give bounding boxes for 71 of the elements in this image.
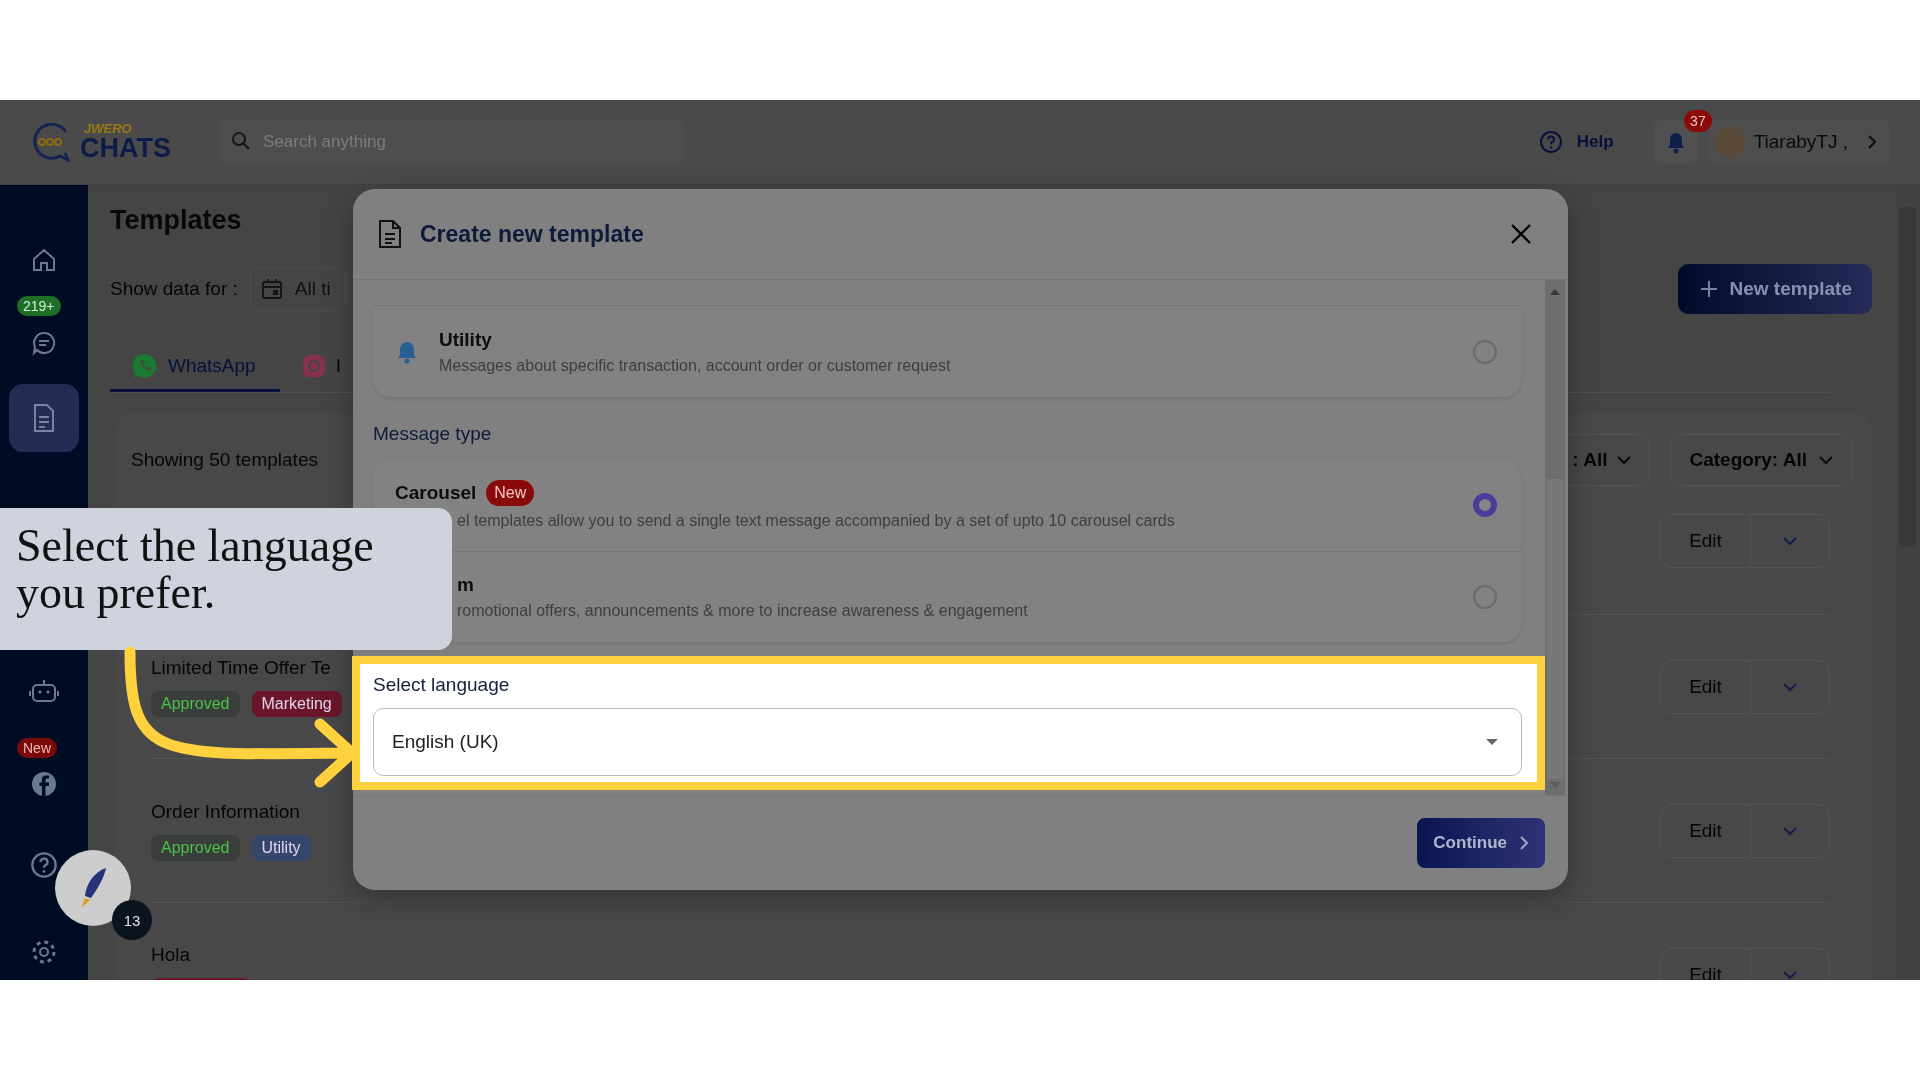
sidebar-item[interactable] <box>9 384 79 452</box>
chevron-down-icon <box>1782 681 1798 692</box>
chat-icon <box>31 330 57 356</box>
chevron-down-icon <box>1617 455 1632 465</box>
radio-button[interactable] <box>1473 585 1497 609</box>
radio-button[interactable] <box>1473 493 1497 517</box>
plus-icon <box>1699 280 1718 298</box>
template-name: Hola <box>151 943 191 966</box>
dialog-scrollbar[interactable] <box>1545 280 1565 795</box>
show-data-label: Show data for : <box>110 278 238 300</box>
calendar-icon <box>260 278 283 300</box>
sidebar-item[interactable]: 219+ <box>13 296 75 364</box>
logo[interactable]: JWERO CHATS <box>30 122 171 162</box>
option-title: Utility <box>439 329 492 351</box>
category-tag: Utility <box>251 834 311 861</box>
document-icon <box>377 219 403 249</box>
template-count: Showing 50 templates <box>131 449 318 471</box>
language-select[interactable]: English (UK) <box>373 708 1522 776</box>
document-icon <box>31 403 57 433</box>
page-title: Templates <box>110 205 242 236</box>
category-tag: Marketing <box>251 690 342 717</box>
option-description: el templates allow you to send a single text message accompanied by a set of upto 10 carousel cards <box>456 512 1175 530</box>
home-icon <box>31 247 57 273</box>
chevron-right-icon <box>1519 835 1529 851</box>
selected-language: English (UK) <box>392 731 499 753</box>
radio-button[interactable] <box>1473 340 1497 364</box>
new-template-button[interactable]: New template <box>1677 264 1872 314</box>
section-heading: Message type <box>373 423 493 445</box>
help-button[interactable]: Help <box>1538 130 1614 154</box>
help-icon <box>1538 130 1563 154</box>
option-description: romotional offers, announcements & more to increase awareness & engagement <box>456 602 1028 620</box>
new-badge: New <box>17 738 57 758</box>
user-menu-button[interactable]: TiarabyTJ , <box>1707 120 1890 164</box>
help-icon <box>30 851 58 879</box>
tooltip-text: Select the language you prefer. <box>16 522 375 617</box>
channel-tab[interactable]: WhatsApp <box>110 345 280 392</box>
continue-button[interactable]: Continue <box>1417 818 1545 868</box>
chevron-right-icon <box>1866 134 1878 150</box>
logo-wordmark: CHATS <box>80 135 171 162</box>
option-description: Messages about specific transaction, account order or customer request <box>439 357 951 375</box>
whatsapp-icon <box>132 353 158 379</box>
avatar-placeholder <box>1713 126 1746 158</box>
scroll-up-icon[interactable] <box>1549 288 1561 296</box>
chevron-down-icon <box>1782 536 1798 546</box>
notification-count-badge: 37 <box>1684 110 1712 132</box>
option-title: m <box>457 574 474 596</box>
status-tag: Approved <box>151 834 240 861</box>
template-name: Order Information <box>151 800 300 823</box>
search-icon <box>231 131 251 151</box>
filter-dropdown[interactable]: Category: All <box>1670 434 1852 486</box>
status-tag: Approved <box>151 690 240 717</box>
caret-down-icon <box>1485 738 1499 746</box>
chevron-down-icon <box>1782 969 1798 980</box>
logo-wordmark-small: JWERO <box>84 122 133 135</box>
chevron-down-icon <box>1782 825 1798 836</box>
bell-icon <box>395 339 419 365</box>
chevron-down-icon <box>1819 455 1833 465</box>
facebook-icon <box>30 770 58 798</box>
close-icon <box>1510 223 1532 245</box>
template-name: Limited Time Offer Te <box>151 656 331 679</box>
dialog-title: Create new template <box>420 220 644 248</box>
new-badge: New <box>486 480 535 506</box>
settings-icon <box>30 938 58 966</box>
robot-icon <box>29 677 59 705</box>
field-label: Select language <box>373 674 510 696</box>
category-option[interactable]: Utility Messages about specific transaction, account order or customer request <box>373 307 1521 397</box>
instagram-icon <box>301 354 326 378</box>
unread-count-badge: 219+ <box>17 296 61 316</box>
sidebar-item[interactable]: New <box>13 738 75 806</box>
option-title: Carousel <box>395 482 477 504</box>
user-name: TiarabyTJ , <box>1753 131 1848 153</box>
